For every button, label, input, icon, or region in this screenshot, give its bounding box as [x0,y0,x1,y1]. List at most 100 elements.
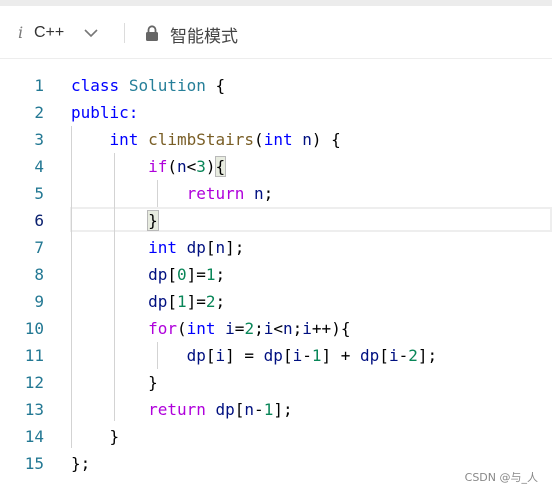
identifier: dp [148,265,168,284]
keyword: class [71,76,120,95]
line-number: 4 [34,157,44,176]
number-literal: 2 [244,319,255,338]
code-line[interactable]: 8 dp[0]=1; [0,261,552,288]
code-line[interactable]: 11 dp[i] = dp[i-1] + dp[i-2]; [0,342,552,369]
line-number: 9 [34,292,44,311]
code-token: ; [254,319,264,338]
code-text: if(n<3){ [71,153,227,180]
code-token: } [71,427,120,446]
code-text: public: [71,99,138,126]
identifier: n [302,130,312,149]
number-literal: 1 [176,292,187,311]
code-line[interactable]: 4 if(n<3){ [0,153,552,180]
code-text: int dp[n]; [71,234,244,261]
code-token: - [254,400,264,419]
identifier: i [263,319,274,338]
code-line[interactable]: 5 return n; [0,180,552,207]
code-line[interactable]: 7 int dp[n]; [0,234,552,261]
identifier: n [283,319,293,338]
code-text: }; [71,450,90,477]
code-token: [ [167,292,177,311]
identifier: n [176,157,187,176]
control-keyword: return [148,400,206,419]
code-text: return n; [71,180,274,207]
code-token: }; [71,454,91,473]
language-selector[interactable]: C++ [34,24,64,42]
line-number: 5 [34,184,44,203]
line-number: 14 [24,427,44,446]
code-token: } [71,373,158,392]
code-token: ( [167,157,177,176]
code-token: - [398,346,409,365]
code-token: [ [167,265,177,284]
number-literal: 2 [408,346,418,365]
line-number: 12 [24,373,44,392]
code-token: ]; [417,346,438,365]
line-number: 3 [34,130,44,149]
identifier: i [388,346,399,365]
code-token: ] + [321,346,361,365]
control-keyword: if [148,157,168,176]
line-number: 8 [34,265,44,284]
lock-icon [146,25,158,41]
identifier: dp [263,346,283,365]
identifier: dp [148,292,168,311]
code-line[interactable]: 13 return dp[n-1]; [0,396,552,423]
code-editor[interactable]: 1 class Solution { 2 public: 3 int climbStai… [0,72,552,473]
number-literal: 1 [311,346,322,365]
identifier: i [302,319,312,338]
code-text: int climbStairs(int n) { [71,126,341,153]
code-line[interactable]: 14 } [0,423,552,450]
identifier: dp [186,346,206,365]
identifier: n [244,400,255,419]
line-number: 13 [24,400,44,419]
line-number: 2 [34,103,44,122]
code-line[interactable]: 10 for(int i=2;i<n;i++){ [0,315,552,342]
code-token: ( [176,319,187,338]
line-number: 6 [34,211,44,230]
code-token: - [302,346,312,365]
code-line[interactable]: 2 public: [0,99,552,126]
identifier: i [215,346,226,365]
number-literal: 2 [205,292,216,311]
identifier: dp [360,346,380,365]
code-text: dp[1]=2; [71,288,225,315]
code-token: ( [254,130,264,149]
keyword: int [186,319,216,338]
code-text: dp[i] = dp[i-1] + dp[i-2]; [71,342,438,369]
keyword: public: [71,103,139,122]
code-text: } [71,369,158,396]
code-token: ]= [186,292,206,311]
number-literal: 1 [205,265,216,284]
code-line[interactable]: 3 int climbStairs(int n) { [0,126,552,153]
class-name: Solution [128,76,206,95]
info-icon[interactable]: i [18,23,23,42]
code-line[interactable]: 6 } [0,207,552,234]
matching-brace: } [147,210,159,231]
code-line[interactable]: 9 dp[1]=2; [0,288,552,315]
code-text: return dp[n-1]; [71,396,293,423]
code-line[interactable]: 1 class Solution { [0,72,552,99]
toolbar-divider [124,23,125,43]
code-token: = [234,319,245,338]
code-line[interactable]: 12 } [0,369,552,396]
code-token: ; [215,265,226,284]
code-token: ]; [225,238,245,257]
editor-toolbar: i C++ 智能模式 [0,6,552,59]
number-literal: 3 [196,157,206,176]
line-number: 10 [24,319,44,338]
line-number: 15 [24,454,44,473]
identifier: dp [215,400,235,419]
mode-label[interactable]: 智能模式 [170,22,238,47]
code-token: ++){ [311,319,351,338]
chevron-down-icon[interactable] [83,25,99,41]
